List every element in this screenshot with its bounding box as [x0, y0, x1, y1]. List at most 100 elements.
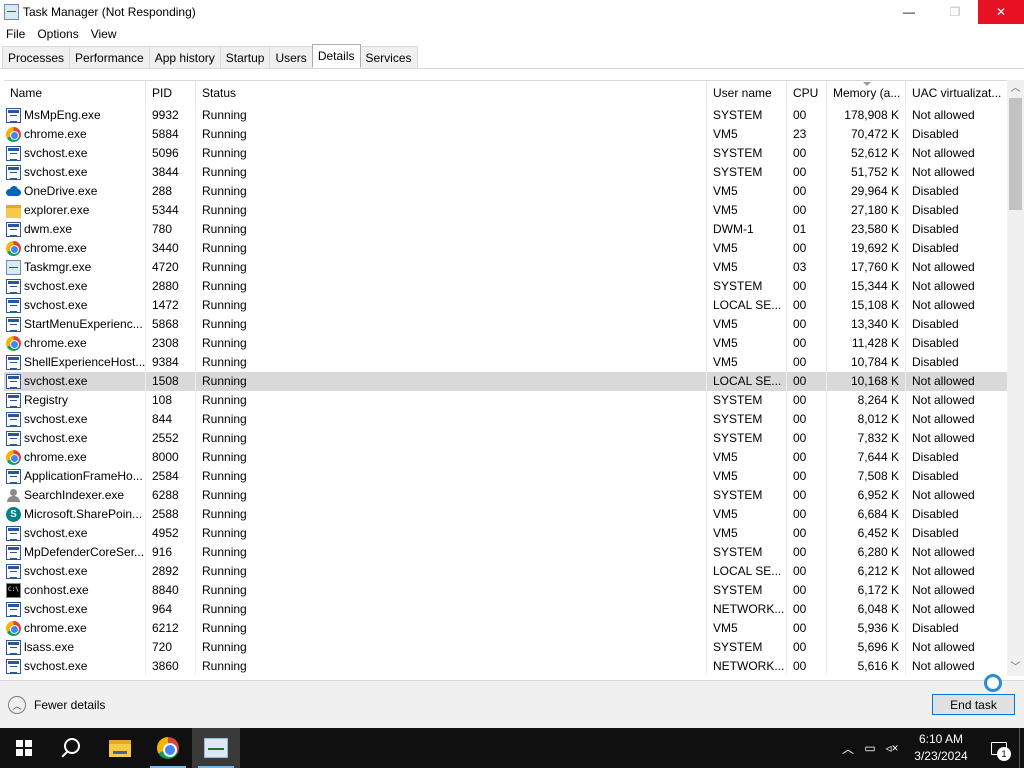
clock[interactable]: 6:10 AM 3/23/2024 [903, 731, 979, 765]
show-desktop-button[interactable] [1019, 728, 1024, 768]
table-row[interactable]: chrome.exe 8000 Running VM5 00 7,644 K Disable… [4, 448, 1008, 467]
column-header-memory[interactable]: Memory (a... [827, 81, 906, 105]
cell-uac-virtualization: Disabled [906, 524, 1008, 543]
table-row[interactable]: ApplicationFrameHo... 2584 Running VM5 00 7,5… [4, 467, 1008, 486]
cell-name: MsMpEng.exe [4, 106, 146, 125]
table-row[interactable]: ShellExperienceHost.... 9384 Running VM5 00 1… [4, 353, 1008, 372]
column-header-cpu[interactable]: CPU [787, 81, 827, 105]
tab-app-history[interactable]: App history [148, 46, 221, 68]
scroll-down-arrow-icon[interactable]: ﹀ [1007, 659, 1024, 676]
column-header-user-name[interactable]: User name [707, 81, 787, 105]
cell-name: svchost.exe [4, 410, 146, 429]
table-row[interactable]: dwm.exe 780 Running DWM-1 01 23,580 K Disabled [4, 220, 1008, 239]
table-row[interactable]: svchost.exe 3844 Running SYSTEM 00 51,752 K No… [4, 163, 1008, 182]
table-row[interactable]: OneDrive.exe 288 Running VM5 00 29,964 K Disab… [4, 182, 1008, 201]
taskbar-chrome[interactable] [144, 728, 192, 768]
cell-user-name: NETWORK... [707, 657, 787, 676]
cell-pid: 2892 [146, 562, 196, 581]
cell-pid: 3844 [146, 163, 196, 182]
close-button[interactable]: ✕ [978, 0, 1024, 24]
table-row[interactable]: svchost.exe 5096 Running SYSTEM 00 52,612 K No… [4, 144, 1008, 163]
exe-process-icon [6, 279, 21, 294]
cell-name: Taskmgr.exe [4, 258, 146, 277]
clock-time: 6:10 AM [918, 732, 964, 746]
table-row[interactable]: svchost.exe 3860 Running NETWORK... 00 5,616 … [4, 657, 1008, 676]
taskmgr-process-icon [6, 260, 21, 275]
cell-cpu: 00 [787, 619, 827, 638]
window-title: Task Manager (Not Responding) [23, 5, 196, 19]
tab-details[interactable]: Details [311, 44, 361, 68]
menu-file[interactable]: File [0, 27, 31, 41]
column-header-pid[interactable]: PID [146, 81, 196, 105]
tab-users[interactable]: Users [269, 46, 313, 68]
menu-options[interactable]: Options [31, 27, 84, 41]
menu-bar: File Options View [0, 24, 123, 44]
process-name: svchost.exe [24, 526, 88, 540]
tab-processes[interactable]: Processes [2, 46, 71, 68]
cell-pid: 3440 [146, 239, 196, 258]
cell-name: explorer.exe [4, 201, 146, 220]
cell-uac-virtualization: Not allowed [906, 562, 1008, 581]
table-row[interactable]: chrome.exe 2308 Running VM5 00 11,428 K Disabl… [4, 334, 1008, 353]
table-row[interactable]: MpDefenderCoreSer... 916 Running SYSTEM 00 6,… [4, 543, 1008, 562]
minimize-button[interactable]: — [886, 0, 932, 24]
cell-uac-virtualization: Disabled [906, 125, 1008, 144]
table-row[interactable]: chrome.exe 3440 Running VM5 00 19,692 K Disabl… [4, 239, 1008, 258]
table-row[interactable]: svchost.exe 4952 Running VM5 00 6,452 K Disabl… [4, 524, 1008, 543]
windows-logo-icon [16, 740, 32, 756]
column-header-uac-virtualization[interactable]: UAC virtualizat... [906, 81, 1008, 105]
show-hidden-icons-chevron-icon[interactable]: ︿ [837, 728, 859, 768]
end-task-button[interactable]: End task [932, 694, 1015, 715]
table-row[interactable]: SearchIndexer.exe 6288 Running SYSTEM 00 6,95… [4, 486, 1008, 505]
table-row[interactable]: Registry 108 Running SYSTEM 00 8,264 K Not all… [4, 391, 1008, 410]
table-row[interactable]: svchost.exe 964 Running NETWORK... 00 6,048 K… [4, 600, 1008, 619]
search-button[interactable] [48, 728, 96, 768]
cell-pid: 2588 [146, 505, 196, 524]
cell-status: Running [196, 334, 707, 353]
cell-name: svchost.exe [4, 524, 146, 543]
cell-status: Running [196, 486, 707, 505]
table-row[interactable]: StartMenuExperienc... 5868 Running VM5 00 13,… [4, 315, 1008, 334]
table-row[interactable]: Microsoft.SharePoin...2588RunningVM5006,… [4, 505, 1008, 524]
fewer-details-button[interactable]: ︿ Fewer details [8, 696, 105, 714]
task-manager-icon [4, 4, 19, 20]
tab-startup[interactable]: Startup [219, 46, 271, 68]
tab-performance[interactable]: Performance [69, 46, 150, 68]
table-row[interactable]: chrome.exe 5884 Running VM5 23 70,472 K Disabl… [4, 125, 1008, 144]
maximize-button[interactable]: ❐ [932, 0, 978, 24]
cell-cpu: 00 [787, 182, 827, 201]
cell-status: Running [196, 163, 707, 182]
table-row[interactable]: svchost.exe 2880 Running SYSTEM 00 15,344 K No… [4, 277, 1008, 296]
table-row[interactable]: explorer.exe 5344 Running VM5 00 27,180 K Disa… [4, 201, 1008, 220]
table-row[interactable]: svchost.exe 2892 Running LOCAL SE... 00 6,212… [4, 562, 1008, 581]
tab-services[interactable]: Services [359, 46, 418, 68]
cell-status: Running [196, 581, 707, 600]
volume-muted-icon[interactable]: ◃× [881, 728, 903, 768]
table-row[interactable]: MsMpEng.exe 9932 Running SYSTEM 00 178,908 KN… [4, 106, 1008, 125]
scrollbar-thumb[interactable] [1009, 98, 1022, 210]
scroll-up-arrow-icon[interactable]: ︿ [1007, 80, 1024, 97]
table-row[interactable]: lsass.exe 720 Running SYSTEM 00 5,696 K Not al… [4, 638, 1008, 657]
cell-name: svchost.exe [4, 600, 146, 619]
taskbar-task-manager[interactable] [192, 728, 240, 768]
start-button[interactable] [0, 728, 48, 768]
table-row[interactable]: Taskmgr.exe 4720 Running VM5 03 17,760 K Not a… [4, 258, 1008, 277]
network-icon[interactable]: ▭ [859, 728, 881, 768]
cell-user-name: SYSTEM [707, 277, 787, 296]
table-row[interactable]: chrome.exe 6212 Running VM5 00 5,936 K Disable… [4, 619, 1008, 638]
vertical-scrollbar[interactable]: ︿ ﹀ [1007, 80, 1024, 676]
fewer-details-label: Fewer details [34, 698, 106, 712]
table-row[interactable]: svchost.exe 844 Running SYSTEM 00 8,012 K Not … [4, 410, 1008, 429]
action-center-button[interactable]: 1 [979, 728, 1019, 768]
table-row[interactable]: conhost.exe 8840RunningSYSTEM006,172 KNot… [4, 581, 1008, 600]
cell-cpu: 00 [787, 144, 827, 163]
table-row[interactable]: svchost.exe 1472 Running LOCAL SE... 00 15,10… [4, 296, 1008, 315]
taskbar-file-explorer[interactable] [96, 728, 144, 768]
table-row[interactable]: svchost.exe 1508 Running LOCAL SE... 00 10,16… [4, 372, 1008, 391]
table-row[interactable]: svchost.exe 2552 Running SYSTEM 00 7,832 K Not… [4, 429, 1008, 448]
menu-view[interactable]: View [85, 27, 123, 41]
chrome-process-icon [6, 241, 21, 256]
column-header-name[interactable]: Name [4, 81, 146, 105]
column-header-status[interactable]: Status [196, 81, 707, 105]
exe-process-icon [6, 355, 21, 370]
